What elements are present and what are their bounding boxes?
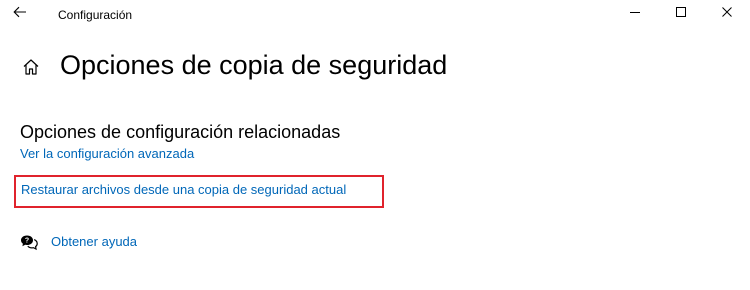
settings-window: Configuración Opciones de copia de segur… (0, 0, 750, 290)
minimize-button[interactable] (612, 0, 658, 26)
title-bar: Configuración (0, 0, 750, 30)
related-settings-heading: Opciones de configuración relacionadas (20, 122, 341, 142)
restore-files-link[interactable]: Restaurar archivos desde una copia de se… (21, 181, 346, 199)
maximize-button[interactable] (658, 0, 704, 26)
page-title: Opciones de copia de seguridad (60, 50, 448, 80)
advanced-settings-link[interactable]: Ver la configuración avanzada (20, 145, 194, 163)
arrow-left-icon (13, 5, 27, 23)
get-help-label: Obtener ayuda (51, 234, 138, 249)
close-icon (722, 4, 732, 22)
back-button[interactable] (8, 3, 32, 25)
maximize-icon (676, 4, 686, 22)
get-help-link[interactable]: ? Obtener ayuda (20, 232, 137, 252)
home-icon[interactable] (20, 56, 42, 78)
close-button[interactable] (704, 0, 750, 26)
window-controls (612, 0, 750, 26)
svg-text:?: ? (25, 237, 29, 244)
minimize-icon (630, 4, 640, 22)
chat-help-icon: ? (20, 233, 38, 251)
app-title: Configuración (58, 8, 133, 22)
